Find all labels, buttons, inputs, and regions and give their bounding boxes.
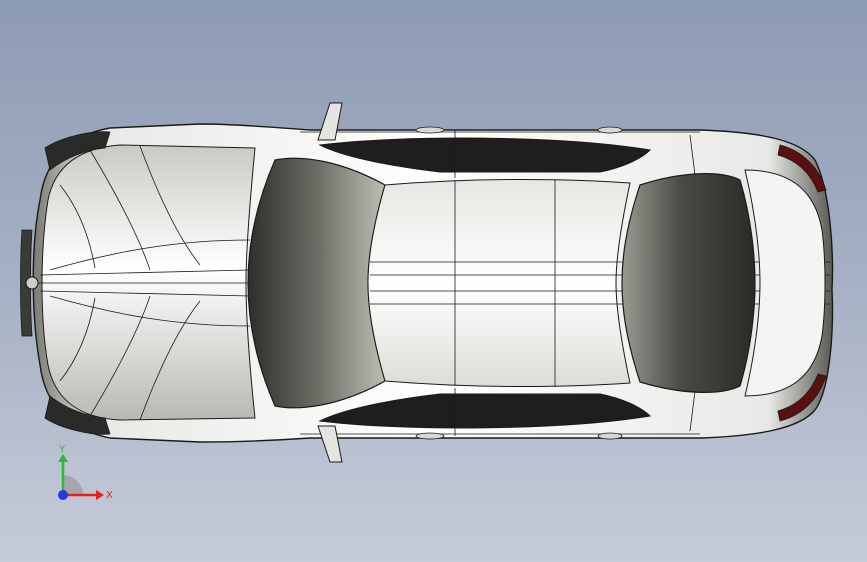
y-axis-label: Y <box>58 444 66 455</box>
wheel-front-left <box>415 126 445 134</box>
x-axis-arrow-icon <box>96 490 104 500</box>
x-axis-label: X <box>106 490 113 501</box>
wheel-front-right <box>415 432 445 440</box>
z-axis-dot-icon <box>58 490 68 500</box>
front-windshield[interactable] <box>247 157 386 409</box>
hood-panel[interactable] <box>41 144 256 421</box>
front-emblem-icon <box>25 276 39 290</box>
coordinate-triad: X Y <box>58 444 113 501</box>
y-axis-arrow-icon <box>58 454 68 462</box>
wheel-rear-right <box>597 432 623 440</box>
roof-panel[interactable] <box>367 178 631 388</box>
car-model-top-view[interactable] <box>0 0 867 562</box>
rear-window[interactable] <box>621 173 756 393</box>
graphics-viewport[interactable]: X Y <box>0 0 867 562</box>
wheel-rear-left <box>597 126 623 134</box>
